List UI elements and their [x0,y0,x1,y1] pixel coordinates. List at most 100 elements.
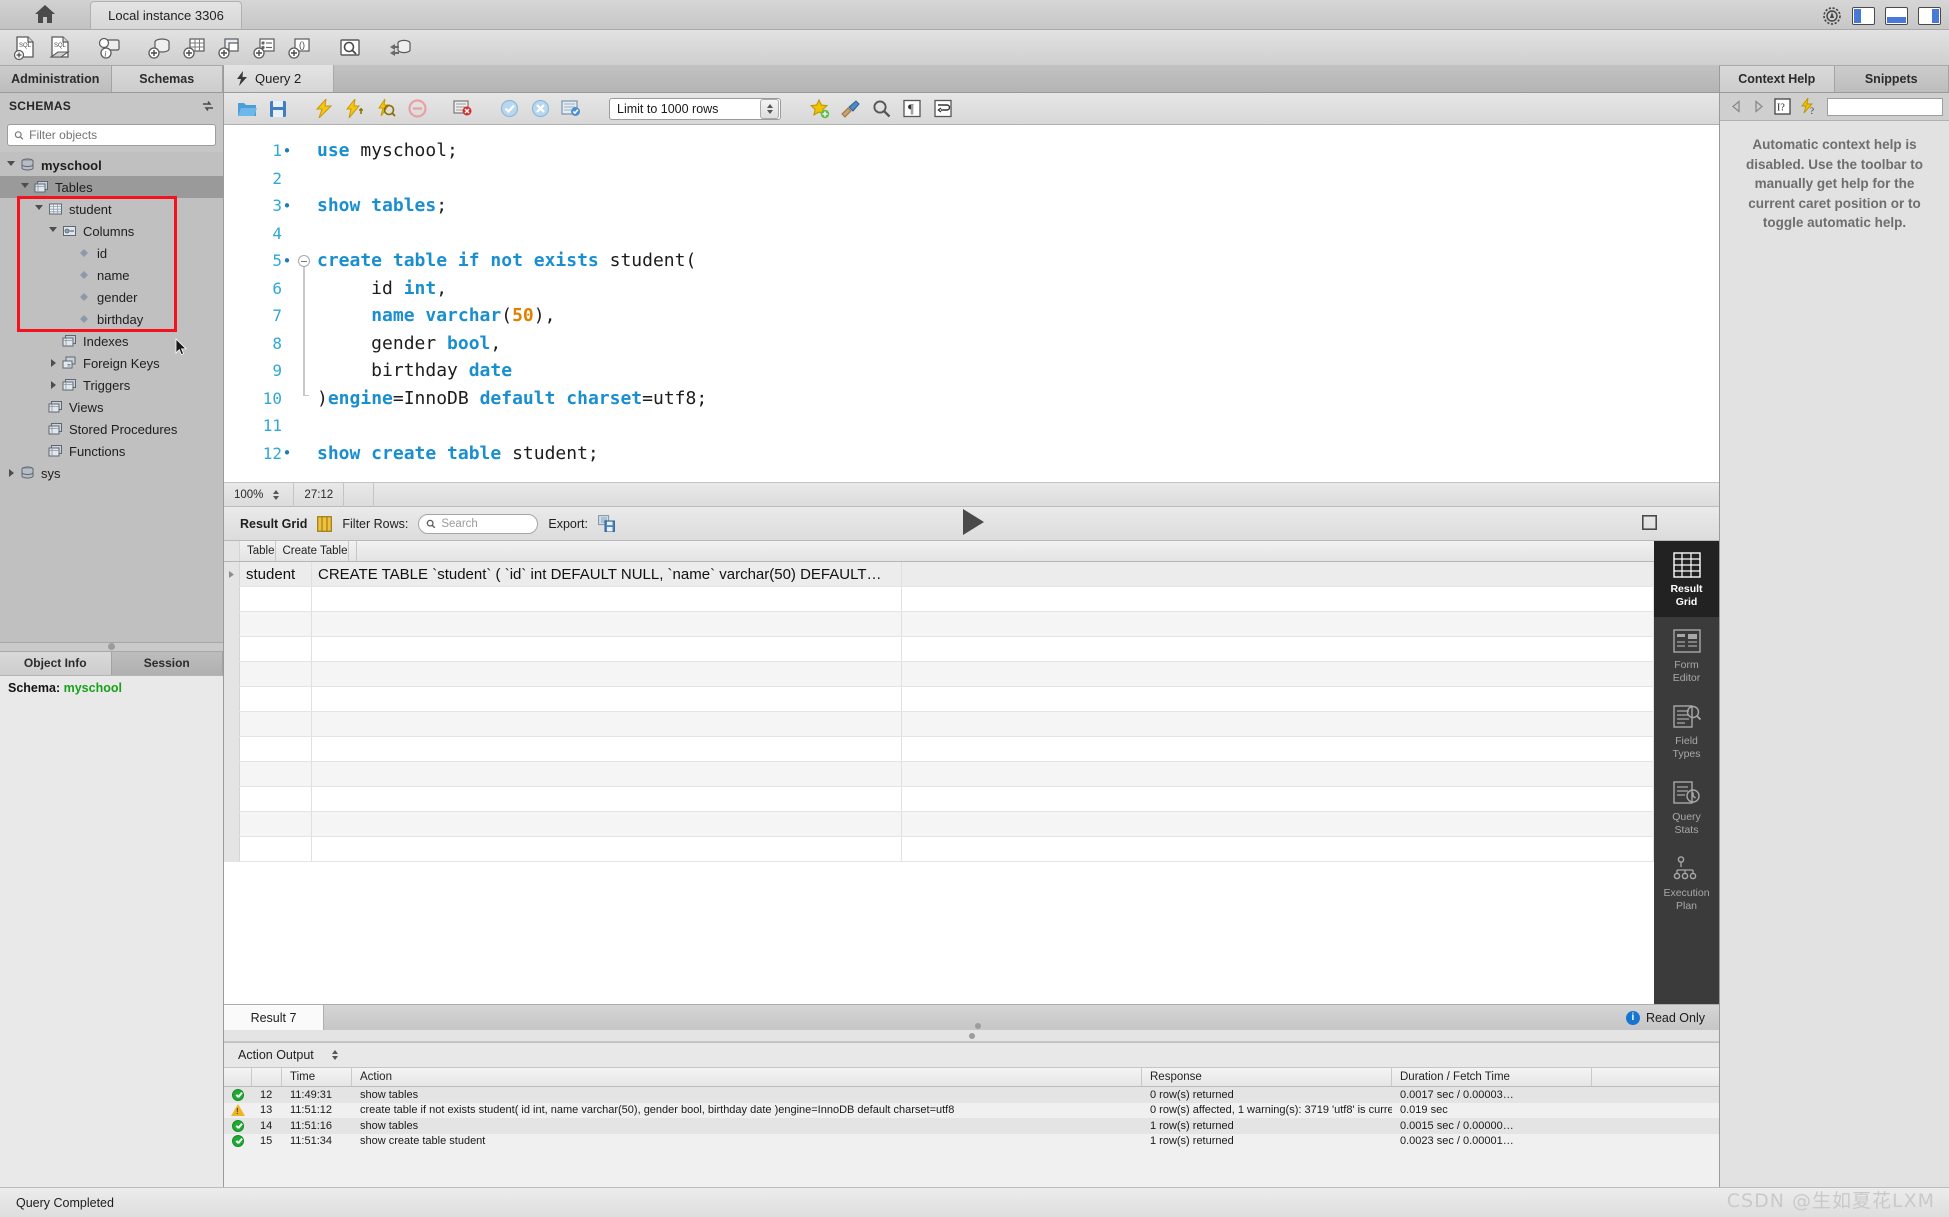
save-script-icon[interactable] [264,96,292,122]
tree-item-gender[interactable]: gender [0,286,223,308]
twisty-open-icon[interactable] [18,182,32,192]
toggle-wrapping-icon[interactable] [929,96,957,122]
tree-item-triggers[interactable]: Triggers [0,374,223,396]
result-set-tab-7[interactable]: Result 7 [224,1005,324,1030]
action-output-row[interactable]: 13 11:51:12 create table if not exists stu… [224,1103,1719,1119]
refresh-icon[interactable] [201,99,215,113]
tree-item-id[interactable]: id [0,242,223,264]
action-output-row[interactable]: 14 11:51:16 show tables 1 row(s) returned 0.… [224,1118,1719,1134]
new-schema-icon[interactable] [143,33,176,63]
result-grid[interactable]: Table Create Table student CREATE TABLE `… [224,541,1654,1004]
help-index-icon[interactable]: I? [1774,98,1791,115]
filter-objects-input[interactable] [29,128,209,142]
connect-to-database-icon[interactable]: i [93,33,126,63]
home-button[interactable] [0,0,90,29]
twisty-closed-icon[interactable] [4,469,18,477]
instance-tab[interactable]: Local instance 3306 [90,1,242,29]
reconnect-dbms-icon[interactable] [383,33,416,63]
tree-item-foreign-keys[interactable]: Foreign Keys [0,352,223,374]
format-query-icon[interactable] [836,96,864,122]
result-view-tab-query-stats[interactable]: Query Stats [1654,769,1719,845]
fold-collapse-icon[interactable] [298,255,310,267]
limit-rows-select[interactable]: Limit to 1000 rows [609,97,781,120]
schema-tree[interactable]: myschool Tables student Columns id name gender… [0,152,223,642]
tree-item-functions[interactable]: Functions [0,440,223,462]
tab-administration[interactable]: Administration [0,66,112,92]
stop-query-icon[interactable] [403,96,431,122]
result-view-tab-form-editor[interactable]: Form Editor [1654,617,1719,693]
editor-code[interactable]: use myschool; show tables; create table if… [314,125,1719,482]
forward-arrow-icon[interactable] [1752,100,1765,113]
open-sql-script-icon[interactable]: SQL [43,33,76,63]
editor-zoom[interactable]: 100% [224,482,295,507]
toggle-sidebar-icon[interactable] [1852,7,1875,25]
new-view-icon[interactable] [213,33,246,63]
action-output-rows[interactable]: 12 11:49:31 show tables 0 row(s) returned 0.… [224,1087,1719,1149]
new-sql-tab-icon[interactable]: SQL [8,33,41,63]
new-function-icon[interactable]: () [283,33,316,63]
result-view-tab-field-types[interactable]: Field Types [1654,693,1719,769]
ao-col-action[interactable]: Action [352,1068,1142,1086]
tree-item-myschool[interactable]: myschool [0,154,223,176]
table-row-empty[interactable] [224,837,1654,862]
back-arrow-icon[interactable] [1730,100,1743,113]
context-help-search-input[interactable] [1827,97,1943,116]
limit-rows-stepper[interactable] [760,98,779,119]
tree-item-name[interactable]: name [0,264,223,286]
grid-icon[interactable] [317,515,333,532]
twisty-closed-icon[interactable] [46,381,60,389]
result-grid-body[interactable]: student CREATE TABLE `student` ( `id` int… [224,562,1654,862]
table-row-empty[interactable] [224,812,1654,837]
sql-editor[interactable]: 1 • 2 3 • 4 5 • 6 7 8 9 10 11 12 • use myschool; show ta… [224,125,1719,483]
editor-fold-column[interactable] [296,125,314,482]
tab-query-2[interactable]: Query 2 [224,65,334,92]
run-query-button[interactable] [953,503,991,544]
new-table-icon[interactable] [178,33,211,63]
tree-item-student[interactable]: student [0,198,223,220]
table-row-empty[interactable] [224,637,1654,662]
ao-col-response[interactable]: Response [1142,1068,1392,1086]
tree-item-stored-procedures[interactable]: Stored Procedures [0,418,223,440]
table-row-empty[interactable] [224,712,1654,737]
result-view-tab-execution-plan[interactable]: Execution Plan [1654,845,1719,921]
table-row-empty[interactable] [224,687,1654,712]
open-script-icon[interactable] [233,96,261,122]
tree-item-sys[interactable]: sys [0,462,223,484]
ao-col-duration[interactable]: Duration / Fetch Time [1392,1068,1592,1086]
commit-icon[interactable] [495,96,523,122]
tree-item-columns[interactable]: Columns [0,220,223,242]
cell-table[interactable]: student [240,562,312,586]
table-row-empty[interactable] [224,737,1654,762]
find-icon[interactable] [867,96,895,122]
column-header-create-table[interactable]: Create Table [276,541,349,561]
filter-objects-box[interactable] [7,124,216,146]
toggle-invisible-chars-icon[interactable]: ¶ [898,96,926,122]
ao-col-time[interactable]: Time [282,1068,352,1086]
maximize-result-button[interactable] [1642,514,1657,533]
tree-item-indexes[interactable]: Indexes [0,330,223,352]
table-row[interactable]: student CREATE TABLE `student` ( `id` int… [224,562,1654,587]
result-view-tab-result-grid[interactable]: Result Grid [1654,541,1719,617]
tab-session[interactable]: Session [111,650,223,675]
toggle-output-panel-icon[interactable] [1885,7,1908,25]
toggle-secondary-sidebar-icon[interactable] [1918,7,1941,25]
tab-snippets[interactable]: Snippets [1834,66,1949,92]
action-output-select-stepper[interactable] [328,1047,342,1064]
action-output-row[interactable]: 15 11:51:34 show create table student 1 row… [224,1134,1719,1150]
twisty-closed-icon[interactable] [46,359,60,367]
tree-item-birthday[interactable]: birthday [0,308,223,330]
execute-statement-icon[interactable] [310,96,338,122]
tab-object-info[interactable]: Object Info [0,650,112,675]
twisty-open-icon[interactable] [4,160,18,170]
execute-current-statement-icon[interactable] [341,96,369,122]
beautify-query-icon[interactable] [805,96,833,122]
rollback-icon[interactable] [526,96,554,122]
row-marker[interactable] [224,562,240,586]
tab-schemas[interactable]: Schemas [111,66,223,92]
editor-zoom-stepper[interactable] [269,486,283,503]
cell-create-table[interactable]: CREATE TABLE `student` ( `id` int DEFAUL… [312,562,902,586]
table-row-empty[interactable] [224,762,1654,787]
column-header-table[interactable]: Table [240,541,276,561]
automatic-help-icon[interactable]: ? [1800,97,1818,116]
table-row-empty[interactable] [224,587,1654,612]
